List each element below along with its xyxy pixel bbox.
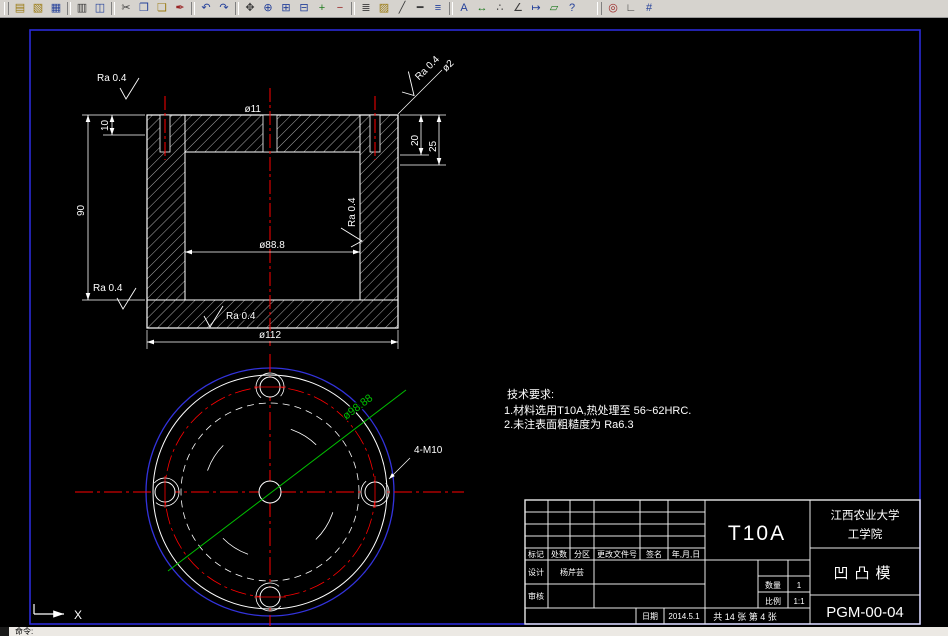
qty-label: 数量 — [765, 580, 781, 590]
ortho-icon[interactable]: ∟ — [622, 1, 640, 16]
title-block: 标记 处数 分区 更改文件号 签名 年,月,日 设计 杨芹芸 审核 日期 201… — [524, 499, 921, 625]
qty-value: 1 — [797, 581, 802, 590]
layer-color-icon[interactable]: ▨ — [375, 1, 393, 16]
dim-20: 20 — [410, 134, 421, 146]
org-name-line1: 江西农业大学 — [831, 508, 900, 522]
ucs-x-label: X — [74, 608, 82, 622]
scale-label: 比例 — [765, 596, 781, 606]
dim-dia112: ø112 — [259, 330, 281, 341]
distance-icon[interactable]: ↦ — [527, 1, 545, 16]
tech-notes-title: 技术要求: — [507, 388, 554, 401]
date-label: 日期 — [642, 612, 658, 621]
drawing-area[interactable]: 10 90 ø112 ø88.8 ø11 20 25 Ra 0.4 Ra 0.4… — [0, 18, 948, 627]
col-zone: 分区 — [574, 550, 590, 559]
area-icon[interactable]: ▱ — [545, 1, 563, 16]
help-icon[interactable]: ? — [563, 1, 581, 16]
command-prompt: 命令: — [15, 627, 34, 636]
toolbar-separator — [67, 2, 71, 15]
sheet-info: 共 14 张 第 4 张 — [713, 611, 777, 622]
toolbar-separator — [191, 2, 195, 15]
zoom-out-icon[interactable]: − — [331, 1, 349, 16]
point-style-icon[interactable]: ∴ — [491, 1, 509, 16]
date-value: 2014.5.1 — [668, 612, 700, 621]
dim-dia2: ø2 — [440, 58, 456, 74]
scale-value: 1:1 — [793, 597, 805, 606]
tech-notes: 技术要求: 1.材料选用T10A,热处理至 56~62HRC. 2.未注表面粗糙… — [504, 388, 691, 431]
col-change: 更改文件号 — [597, 549, 637, 559]
drawing-canvas[interactable]: 10 90 ø112 ø88.8 ø11 20 25 Ra 0.4 Ra 0.4… — [0, 18, 948, 627]
dim-25: 25 — [428, 140, 439, 152]
dim-dia11: ø11 — [245, 104, 262, 115]
toolbar-grip[interactable] — [4, 2, 9, 15]
design-label: 设计 — [528, 567, 544, 577]
osnap-icon[interactable]: ◎ — [604, 1, 622, 16]
plan-view: ø98.88 4-M10 — [75, 354, 464, 626]
zoom-in-icon[interactable]: + — [313, 1, 331, 16]
cut-icon[interactable]: ✂ — [117, 1, 135, 16]
org-name-line2: 工学院 — [848, 527, 883, 541]
drawing-number: PGM-00-04 — [826, 604, 904, 621]
paste-icon[interactable]: ❏ — [153, 1, 171, 16]
toolbar-separator — [449, 2, 453, 15]
layers-icon[interactable]: ≣ — [357, 1, 375, 16]
match-properties-icon[interactable]: ✒ — [171, 1, 189, 16]
ra-bottom: Ra 0.4 — [226, 311, 256, 322]
col-count: 处数 — [551, 549, 567, 559]
text-style-icon[interactable]: A — [455, 1, 473, 16]
part-name: 凹凸模 — [833, 565, 896, 582]
ra-inner-right: Ra 0.4 — [347, 197, 358, 227]
ucs-icon: X — [33, 604, 82, 622]
new-icon[interactable]: ▤ — [11, 1, 29, 16]
holes-label: 4-M10 — [414, 445, 443, 456]
ra-left-bottom: Ra 0.4 — [93, 283, 123, 294]
ra-top-left: Ra 0.4 — [97, 73, 127, 84]
toolbar-separator — [235, 2, 239, 15]
tech-notes-line1: 1.材料选用T10A,热处理至 56~62HRC. — [504, 403, 691, 417]
command-line[interactable]: 命令: — [0, 627, 948, 636]
copy-icon[interactable]: ❐ — [135, 1, 153, 16]
print-preview-icon[interactable]: ◫ — [91, 1, 109, 16]
dim-style-icon[interactable]: ↔ — [473, 1, 491, 16]
zoom-realtime-icon[interactable]: ⊕ — [259, 1, 277, 16]
diameter-dim-line — [167, 389, 407, 572]
linetype-icon[interactable]: ╱ — [393, 1, 411, 16]
print-icon[interactable]: ▥ — [73, 1, 91, 16]
redo-icon[interactable]: ↷ — [215, 1, 233, 16]
designer-name: 杨芹芸 — [560, 567, 584, 577]
undo-icon[interactable]: ↶ — [197, 1, 215, 16]
toolbar-separator — [351, 2, 355, 15]
tech-notes-line2: 2.未注表面粗糙度为 Ra6.3 — [504, 417, 634, 431]
material-spec: T10A — [728, 522, 786, 545]
toolbar-grip[interactable] — [597, 2, 602, 15]
section-view: 10 90 ø112 ø88.8 ø11 20 25 Ra 0.4 Ra 0.4… — [75, 53, 458, 349]
properties-icon[interactable]: ≡ — [429, 1, 447, 16]
dim-10: 10 — [100, 119, 111, 131]
zoom-window-icon[interactable]: ⊞ — [277, 1, 295, 16]
col-date: 年,月,日 — [672, 549, 700, 559]
ra-top-right: Ra 0.4 — [413, 54, 442, 83]
col-sign: 签名 — [646, 549, 662, 559]
units-icon[interactable]: ∠ — [509, 1, 527, 16]
dim-dia88: ø88.8 — [259, 240, 285, 251]
zoom-previous-icon[interactable]: ⊟ — [295, 1, 313, 16]
pan-icon[interactable]: ✥ — [241, 1, 259, 16]
grid-icon[interactable]: # — [640, 1, 658, 16]
save-icon[interactable]: ▦ — [47, 1, 65, 16]
col-mark: 标记 — [528, 549, 544, 559]
dim-90: 90 — [76, 204, 87, 216]
audit-label: 审核 — [528, 591, 544, 601]
open-icon[interactable]: ▧ — [29, 1, 47, 16]
toolbar-separator — [111, 2, 115, 15]
command-line-grip — [0, 627, 9, 636]
main-toolbar: ▤ ▧ ▦ ▥ ◫ ✂ ❐ ❏ ✒ ↶ ↷ ✥ ⊕ ⊞ ⊟ + − ≣ ▨ ╱ … — [0, 0, 948, 18]
lineweight-icon[interactable]: ━ — [411, 1, 429, 16]
